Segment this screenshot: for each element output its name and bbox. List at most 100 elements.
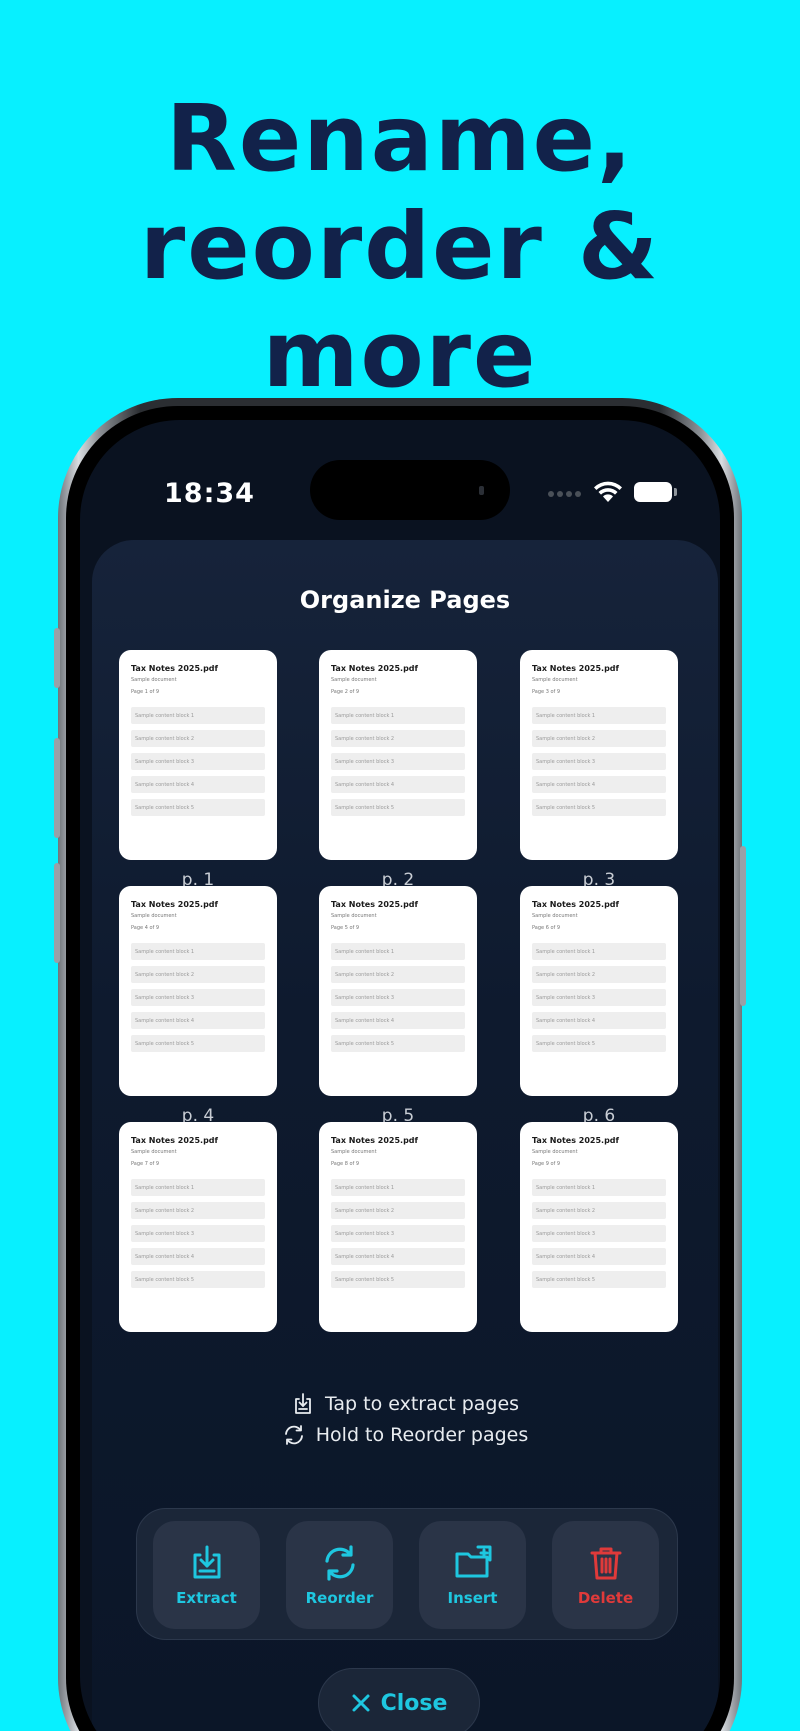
thumbnail-content-block: Sample content block 1 (131, 707, 265, 724)
thumbnail-content-block: Sample content block 3 (131, 1225, 265, 1242)
thumbnail-content-block: Sample content block 4 (131, 776, 265, 793)
thumbnail-content-block: Sample content block 1 (532, 707, 666, 724)
page-thumbnail[interactable]: Tax Notes 2025.pdf Sample document Page 3 … (520, 650, 678, 860)
thumbnail-content-block: Sample content block 2 (532, 730, 666, 747)
thumbnail-content-block: Sample content block 4 (532, 1248, 666, 1265)
hint-reorder-text: Hold to Reorder pages (315, 1423, 529, 1446)
thumbnail-content: Sample content block 1 Sample content blo… (331, 943, 465, 1052)
thumbnail-content-block: Sample content block 1 (131, 1179, 265, 1196)
wifi-icon (594, 481, 622, 502)
thumbnail-doc-title: Tax Notes 2025.pdf (331, 1136, 418, 1145)
thumbnail-content-block: Sample content block 3 (331, 753, 465, 770)
thumbnail-content-block: Sample content block 4 (532, 776, 666, 793)
thumbnail-content-block: Sample content block 4 (331, 1012, 465, 1029)
close-icon (352, 1694, 370, 1712)
hint-reorder: Hold to Reorder pages (92, 1419, 718, 1450)
extract-label: Extract (176, 1589, 237, 1607)
thumbnail-content-block: Sample content block 3 (532, 989, 666, 1006)
thumbnail-content-block: Sample content block 4 (131, 1012, 265, 1029)
thumbnail-content-block: Sample content block 4 (532, 1012, 666, 1029)
page-thumbnail-cell[interactable]: Tax Notes 2025.pdf Sample document Page 9 … (520, 1122, 678, 1372)
thumbnail-content-block: Sample content block 2 (331, 730, 465, 747)
page-thumbnail-cell[interactable]: Tax Notes 2025.pdf Sample document Page 7 … (119, 1122, 277, 1372)
close-button[interactable]: Close (318, 1668, 480, 1731)
thumbnail-content: Sample content block 1 Sample content blo… (532, 943, 666, 1052)
thumbnail-content-block: Sample content block 3 (331, 989, 465, 1006)
page-thumbnail[interactable]: Tax Notes 2025.pdf Sample document Page 8 … (319, 1122, 477, 1332)
page-thumbnail[interactable]: Tax Notes 2025.pdf Sample document Page 2 … (319, 650, 477, 860)
thumbnail-content-block: Sample content block 2 (131, 1202, 265, 1219)
thumbnail-page-number: Page 2 of 9 (331, 689, 360, 695)
volume-up-button (54, 738, 60, 838)
battery-icon (634, 482, 677, 502)
thumbnail-content: Sample content block 1 Sample content blo… (131, 707, 265, 816)
thumbnail-page-number: Page 3 of 9 (532, 689, 561, 695)
thumbnail-page-number: Page 8 of 9 (331, 1161, 360, 1167)
page-thumbnail[interactable]: Tax Notes 2025.pdf Sample document Page 7 … (119, 1122, 277, 1332)
thumbnail-doc-title: Tax Notes 2025.pdf (131, 664, 218, 673)
hint-extract-text: Tap to extract pages (324, 1392, 520, 1415)
thumbnail-content-block: Sample content block 1 (331, 707, 465, 724)
page-thumbnail-cell[interactable]: Tax Notes 2025.pdf Sample document Page 8 … (319, 1122, 477, 1372)
reorder-icon (324, 1545, 355, 1581)
page-thumbnail-cell[interactable]: Tax Notes 2025.pdf Sample document Page 6 … (520, 886, 678, 1136)
sheet-title: Organize Pages (299, 586, 511, 614)
page-thumbnail-cell[interactable]: Tax Notes 2025.pdf Sample document Page 5 … (319, 886, 477, 1136)
page-thumbnail[interactable]: Tax Notes 2025.pdf Sample document Page 6 … (520, 886, 678, 1096)
status-time: 18:34 (164, 478, 255, 509)
thumbnail-page-number: Page 1 of 9 (131, 689, 160, 695)
thumbnail-doc-subtitle: Sample document (532, 1149, 578, 1155)
thumbnail-doc-subtitle: Sample document (331, 913, 377, 919)
action-button (54, 628, 60, 688)
page-thumbnail-cell[interactable]: Tax Notes 2025.pdf Sample document Page 4 … (119, 886, 277, 1136)
reorder-label: Reorder (305, 1589, 374, 1607)
page-thumbnail[interactable]: Tax Notes 2025.pdf Sample document Page 5 … (319, 886, 477, 1096)
thumbnail-content: Sample content block 1 Sample content blo… (532, 707, 666, 816)
thumbnail-doc-subtitle: Sample document (532, 913, 578, 919)
thumbnail-doc-title: Tax Notes 2025.pdf (532, 900, 619, 909)
thumbnail-content-block: Sample content block 3 (532, 753, 666, 770)
thumbnail-content-block: Sample content block 5 (331, 799, 465, 816)
page-thumbnail[interactable]: Tax Notes 2025.pdf Sample document Page 1 … (119, 650, 277, 860)
thumbnail-content-block: Sample content block 1 (131, 943, 265, 960)
thumbnail-page-number: Page 7 of 9 (131, 1161, 160, 1167)
thumbnail-content-block: Sample content block 2 (131, 966, 265, 983)
dynamic-island (310, 460, 510, 520)
thumbnail-content-block: Sample content block 4 (131, 1248, 265, 1265)
thumbnail-content-block: Sample content block 2 (532, 966, 666, 983)
page-thumbnail[interactable]: Tax Notes 2025.pdf Sample document Page 4 … (119, 886, 277, 1096)
delete-button[interactable]: Delete (552, 1521, 659, 1629)
thumbnail-doc-subtitle: Sample document (131, 913, 177, 919)
reorder-icon (284, 1424, 303, 1445)
thumbnail-doc-title: Tax Notes 2025.pdf (532, 664, 619, 673)
thumbnail-content-block: Sample content block 5 (331, 1035, 465, 1052)
thumbnail-content: Sample content block 1 Sample content blo… (131, 1179, 265, 1288)
thumbnail-content-block: Sample content block 5 (331, 1271, 465, 1288)
phone-screen: 18:34 Organize Pages Tax Notes 2025.pdf S… (80, 420, 720, 1731)
page-thumbnail-cell[interactable]: Tax Notes 2025.pdf Sample document Page 1 … (119, 650, 277, 900)
organize-pages-sheet: Organize Pages Tax Notes 2025.pdf Sample … (92, 540, 718, 1731)
thumbnail-content-block: Sample content block 4 (331, 1248, 465, 1265)
thumbnail-content-block: Sample content block 1 (532, 1179, 666, 1196)
close-label: Close (380, 1690, 448, 1716)
page-thumbnail[interactable]: Tax Notes 2025.pdf Sample document Page 9 … (520, 1122, 678, 1332)
thumbnail-doc-subtitle: Sample document (131, 1149, 177, 1155)
thumbnail-content-block: Sample content block 5 (131, 1271, 265, 1288)
thumbnail-content-block: Sample content block 5 (532, 1035, 666, 1052)
power-button (740, 846, 746, 1006)
headline-line-1: Rename, (165, 85, 635, 192)
reorder-button[interactable]: Reorder (286, 1521, 393, 1629)
thumbnail-content-block: Sample content block 3 (131, 753, 265, 770)
page-thumbnail-cell[interactable]: Tax Notes 2025.pdf Sample document Page 3 … (520, 650, 678, 900)
trash-icon (590, 1547, 621, 1580)
extract-button[interactable]: Extract (153, 1521, 260, 1629)
thumbnail-content-block: Sample content block 1 (331, 1179, 465, 1196)
volume-down-button (54, 863, 60, 963)
thumbnail-content: Sample content block 1 Sample content blo… (331, 707, 465, 816)
thumbnail-content-block: Sample content block 1 (532, 943, 666, 960)
page-thumbnail-cell[interactable]: Tax Notes 2025.pdf Sample document Page 2 … (319, 650, 477, 900)
insert-button[interactable]: Insert (419, 1521, 526, 1629)
thumbnail-content: Sample content block 1 Sample content blo… (532, 1179, 666, 1288)
thumbnail-content-block: Sample content block 4 (331, 776, 465, 793)
insert-folder-icon (455, 1545, 491, 1578)
